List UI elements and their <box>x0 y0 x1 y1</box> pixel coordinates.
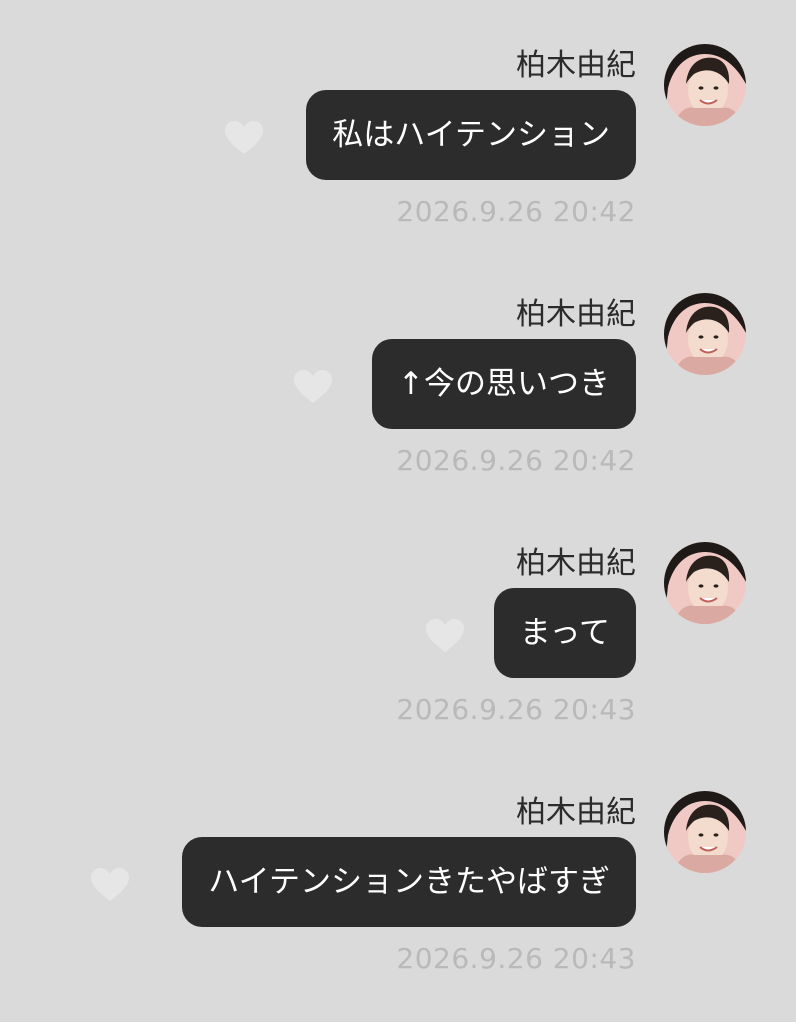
message-timestamp: 2026.9.26 20:42 <box>396 195 636 228</box>
message-timestamp: 2026.9.26 20:43 <box>396 693 636 726</box>
message-timestamp: 2026.9.26 20:43 <box>396 942 636 975</box>
avatar-photo-icon <box>664 293 746 375</box>
heart-icon[interactable] <box>293 369 333 405</box>
sender-name: 柏木由紀 <box>516 48 636 83</box>
message-bubble[interactable]: ハイテンションきたやばすぎ <box>182 837 636 927</box>
avatar-photo-icon <box>664 791 746 873</box>
message-bubble[interactable]: まって <box>493 588 636 678</box>
message-timestamp: 2026.9.26 20:42 <box>396 444 636 477</box>
message-item: 柏木由紀 私はハイテンション 2026.9.26 20:42 <box>0 44 796 274</box>
avatar-photo-icon <box>664 44 746 126</box>
message-item: 柏木由紀 まって 2026.9.26 20:43 <box>0 542 796 772</box>
message-bubble[interactable]: 私はハイテンション <box>306 90 636 180</box>
message-item: 柏木由紀 ハイテンションきたやばすぎ 2026.9.26 20:43 <box>0 791 796 1021</box>
message-item: 柏木由紀 ↑今の思いつき 2026.9.26 20:42 <box>0 293 796 523</box>
avatar-photo-icon <box>664 542 746 624</box>
avatar[interactable] <box>664 542 746 624</box>
avatar[interactable] <box>664 44 746 126</box>
message-bubble[interactable]: ↑今の思いつき <box>372 339 636 429</box>
heart-icon[interactable] <box>425 618 465 654</box>
sender-name: 柏木由紀 <box>516 297 636 332</box>
heart-icon[interactable] <box>224 120 264 156</box>
sender-name: 柏木由紀 <box>516 795 636 830</box>
avatar[interactable] <box>664 293 746 375</box>
avatar[interactable] <box>664 791 746 873</box>
sender-name: 柏木由紀 <box>516 546 636 581</box>
heart-icon[interactable] <box>90 867 130 903</box>
